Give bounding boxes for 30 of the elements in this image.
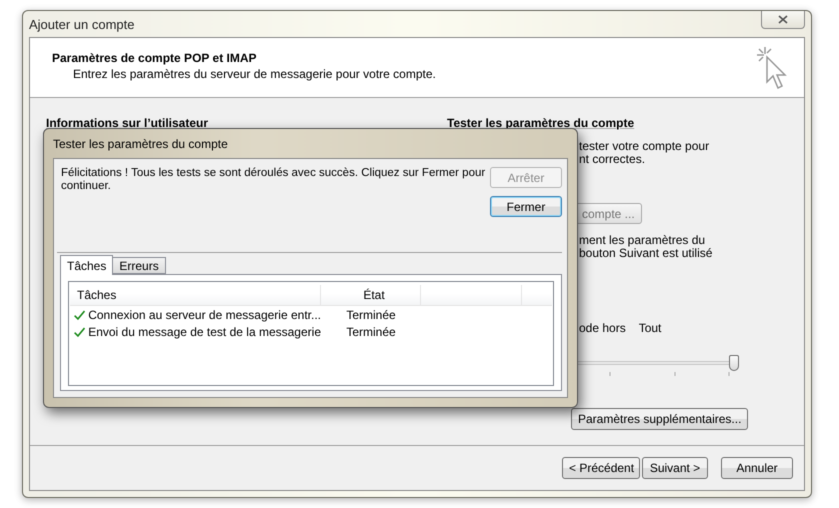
section-heading: Tester les paramètres du compte (447, 116, 636, 130)
wizard-button[interactable]: Suivant > (642, 457, 708, 479)
window-title: Ajouter un compte (29, 16, 135, 32)
offline-value: Tout (638, 321, 662, 335)
task-status: Terminée (345, 308, 397, 322)
success-message: Félicitations ! Tous les tests se sont déroulés avec succès. Cliquez sur Fermer pour continuer. (61, 167, 486, 194)
page-subtitle: Entrez les paramètres du serveur de messagerie pour votre compte. (72, 67, 436, 81)
description-text: nt correctes. (579, 153, 646, 166)
task-name: Connexion au serveur de messagerie entr... (88, 308, 321, 322)
dialog-title: Tester les paramètres du compte (53, 136, 228, 150)
more-settings-button[interactable]: Paramètres supplémentaires... (571, 408, 748, 430)
tab[interactable]: Erreurs (112, 257, 166, 274)
offline-label: ode hors (579, 321, 626, 335)
dialog-button[interactable]: Fermer (490, 196, 562, 217)
description-text: bouton Suivant est utilisé (579, 247, 714, 260)
column-header[interactable]: Tâches (70, 285, 321, 305)
column-header[interactable]: État (321, 285, 421, 305)
description-text: ment les paramètres du (579, 234, 706, 247)
slider-thumb[interactable] (729, 355, 739, 371)
task-name: Envoi du message de test de la messagerie (88, 324, 321, 338)
close-button[interactable] (761, 11, 805, 29)
description-text: tester votre compte pour (579, 140, 710, 153)
page-title: Paramètres de compte POP et IMAP (52, 51, 258, 65)
tab[interactable]: Tâches (60, 255, 114, 275)
task-status: Terminée (345, 324, 397, 338)
cursor-icon (756, 46, 790, 92)
close-icon (778, 15, 788, 24)
section-heading: Informations sur l’utilisateur (46, 116, 208, 130)
wizard-button[interactable]: Annuler (721, 457, 793, 479)
wizard-button[interactable]: < Précédent (562, 457, 640, 479)
